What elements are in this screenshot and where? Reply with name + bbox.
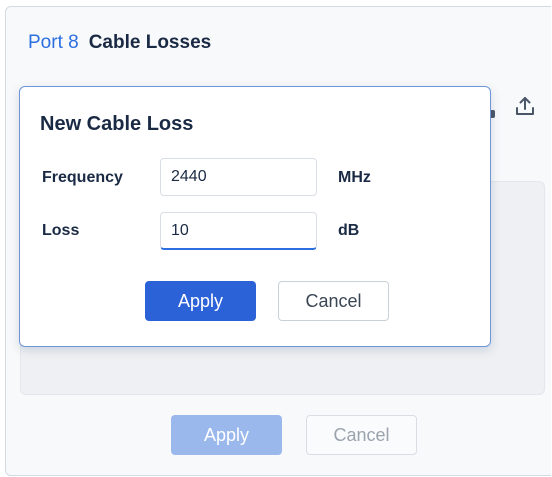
frequency-unit: MHz bbox=[338, 169, 371, 186]
frequency-label: Frequency bbox=[42, 169, 123, 186]
port-label: Port 8 bbox=[28, 32, 79, 53]
page-title: Cable Losses bbox=[88, 32, 212, 53]
dialog-cancel-button[interactable]: Cancel bbox=[278, 281, 389, 321]
panel-title: Port 8 Cable Losses bbox=[28, 32, 211, 54]
loss-unit: dB bbox=[338, 222, 360, 239]
upload-icon[interactable] bbox=[514, 95, 536, 117]
frequency-input[interactable] bbox=[160, 158, 317, 196]
new-cable-loss-dialog: New Cable Loss Frequency MHz Loss dB App… bbox=[19, 86, 491, 347]
loss-input[interactable] bbox=[160, 212, 317, 250]
apply-button[interactable]: Apply bbox=[171, 415, 282, 455]
dialog-apply-button[interactable]: Apply bbox=[145, 281, 256, 321]
loss-label: Loss bbox=[42, 222, 80, 239]
dialog-title: New Cable Loss bbox=[40, 113, 194, 135]
cancel-button[interactable]: Cancel bbox=[306, 415, 417, 455]
